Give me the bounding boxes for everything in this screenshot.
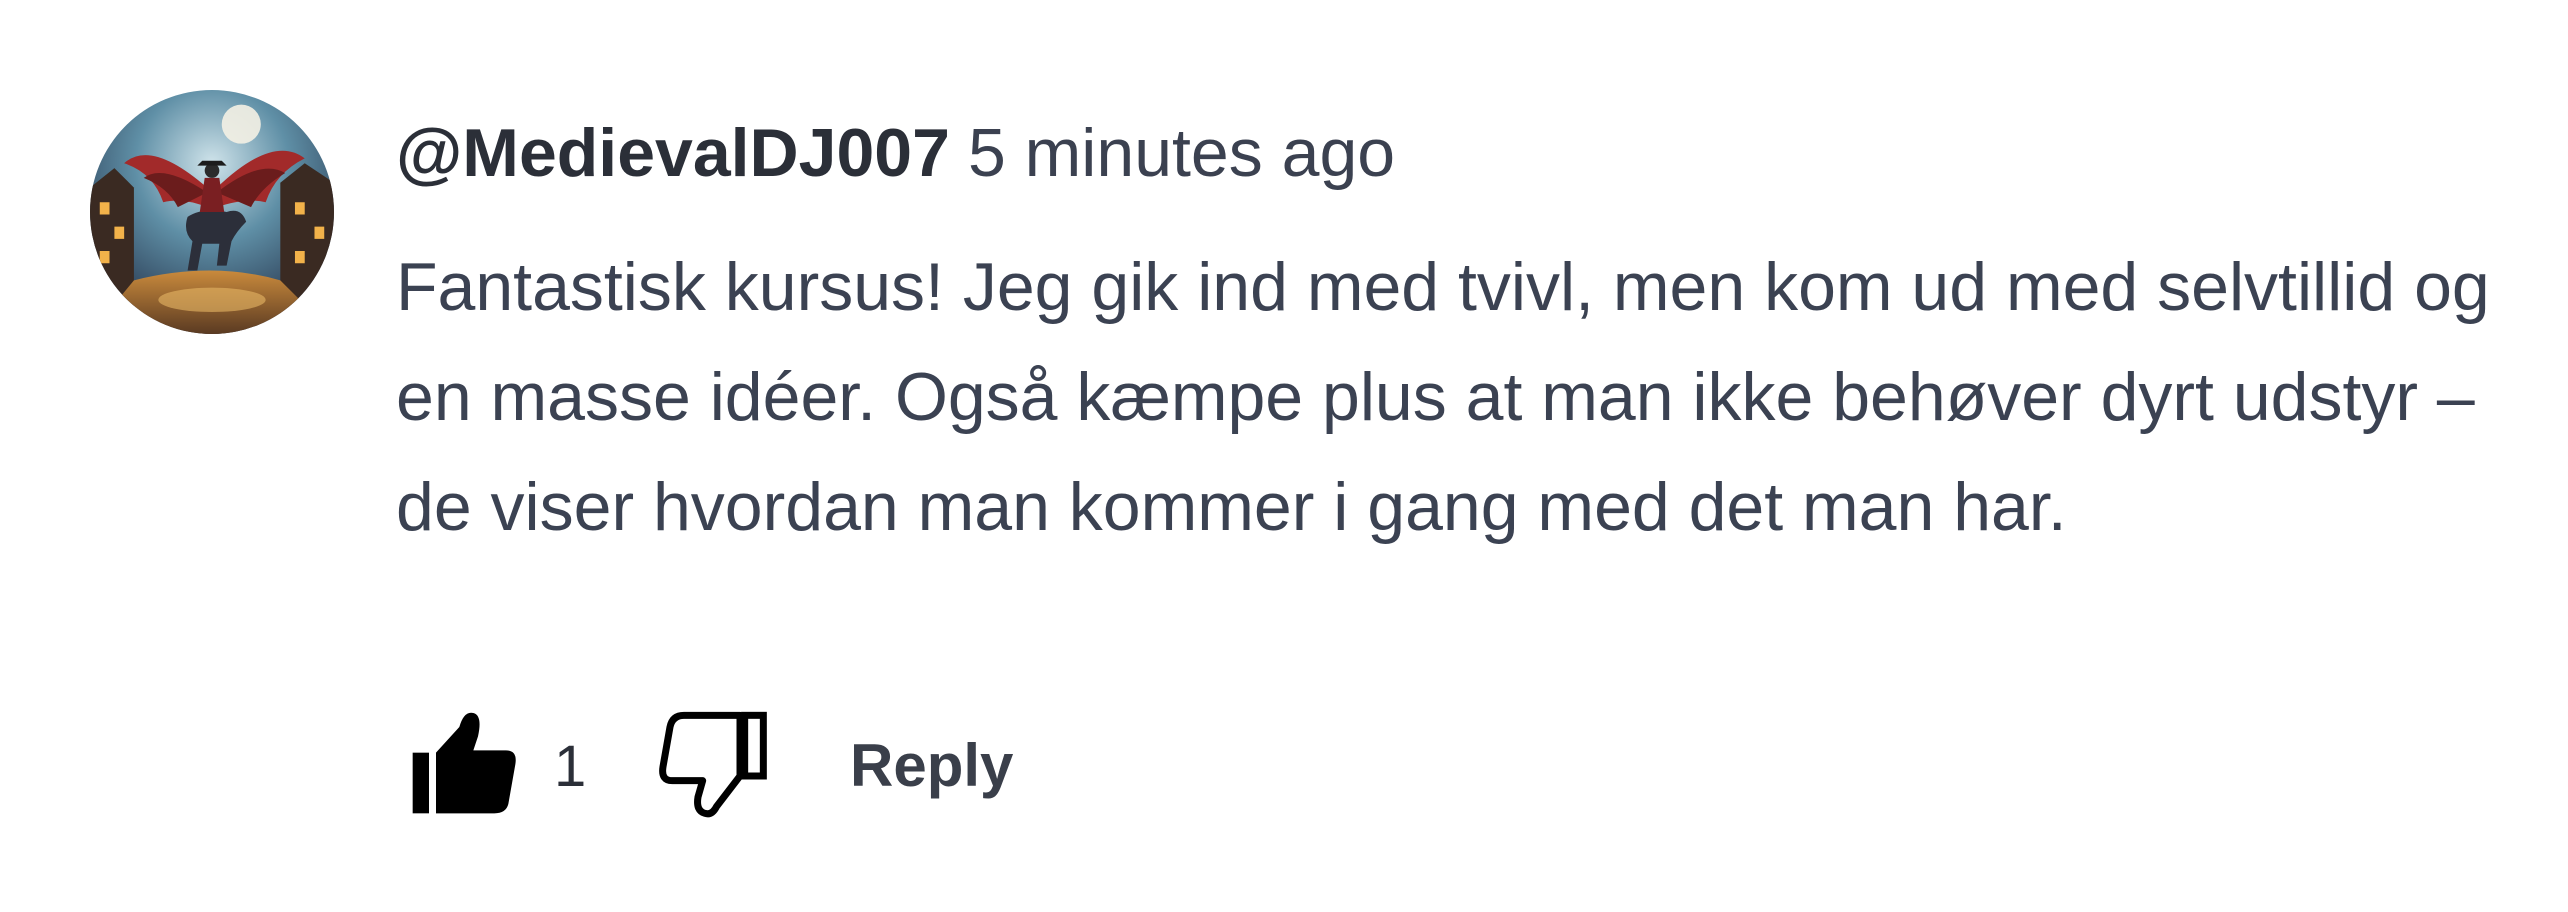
dislike-button[interactable] bbox=[656, 706, 768, 818]
like-button[interactable] bbox=[408, 706, 520, 818]
comment-actions: 1 Reply bbox=[396, 706, 1596, 826]
timestamp[interactable]: 5 minutes ago bbox=[968, 115, 1395, 191]
avatar-image bbox=[90, 90, 334, 334]
thumbs-up-icon bbox=[412, 712, 516, 814]
reply-button[interactable]: Reply bbox=[850, 730, 1013, 802]
thumbs-down-icon bbox=[659, 711, 767, 818]
comment: @MedievalDJ007 5 minutes ago Fantastisk k… bbox=[0, 0, 2568, 912]
username[interactable]: @MedievalDJ007 bbox=[396, 115, 950, 191]
comment-header: @MedievalDJ007 5 minutes ago bbox=[396, 108, 1395, 198]
avatar[interactable] bbox=[90, 90, 334, 334]
comment-text: Fantastisk kursus! Jeg gik ind med tvivl… bbox=[396, 249, 2490, 545]
like-count: 1 bbox=[554, 734, 587, 799]
